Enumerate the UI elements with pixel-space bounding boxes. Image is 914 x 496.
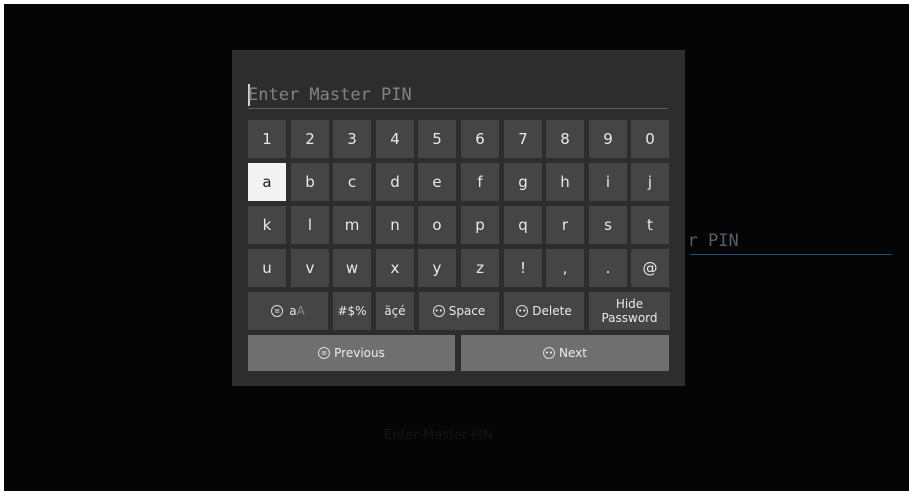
menu-button-icon: ≡ xyxy=(271,305,284,317)
space-key[interactable]: •• Space xyxy=(419,292,499,330)
key-2-1[interactable]: a xyxy=(248,163,286,201)
case-toggle-key[interactable]: ≡ aA xyxy=(248,292,328,330)
key-3-4[interactable]: n xyxy=(376,206,414,244)
key-2-9[interactable]: i xyxy=(589,163,627,201)
symbols-key[interactable]: #$% xyxy=(333,292,371,330)
previous-button-label: Previous xyxy=(334,346,385,360)
key-2-6[interactable]: f xyxy=(461,163,499,201)
key-3-6[interactable]: p xyxy=(461,206,499,244)
key-3-2[interactable]: l xyxy=(291,206,329,244)
key-4-9[interactable]: . xyxy=(589,249,627,287)
key-3-3[interactable]: m xyxy=(333,206,371,244)
key-3-9[interactable]: s xyxy=(589,206,627,244)
key-3-10[interactable]: t xyxy=(631,206,669,244)
background-pin-field: Enter Master PIN xyxy=(690,229,892,255)
next-button-label: Next xyxy=(559,346,587,360)
key-1-7[interactable]: 7 xyxy=(504,120,542,158)
key-4-5[interactable]: y xyxy=(418,249,456,287)
key-4-1[interactable]: u xyxy=(248,249,286,287)
key-1-1[interactable]: 1 xyxy=(248,120,286,158)
next-button[interactable]: •• Next xyxy=(461,335,669,371)
key-3-5[interactable]: o xyxy=(418,206,456,244)
case-upper-label: A xyxy=(296,304,305,318)
key-4-3[interactable]: w xyxy=(333,249,371,287)
key-1-9[interactable]: 9 xyxy=(589,120,627,158)
key-1-5[interactable]: 5 xyxy=(418,120,456,158)
key-2-10[interactable]: j xyxy=(631,163,669,201)
accents-key[interactable]: äçé xyxy=(376,292,414,330)
hide-password-line2: Password xyxy=(601,311,658,325)
key-4-7[interactable]: ! xyxy=(504,249,542,287)
key-1-6[interactable]: 6 xyxy=(461,120,499,158)
key-4-4[interactable]: x xyxy=(376,249,414,287)
space-key-label: Space xyxy=(448,304,486,318)
key-2-3[interactable]: c xyxy=(333,163,371,201)
pin-input[interactable]: Enter Master PIN xyxy=(248,82,668,109)
key-1-2[interactable]: 2 xyxy=(291,120,329,158)
key-1-3[interactable]: 3 xyxy=(333,120,371,158)
key-1-4[interactable]: 4 xyxy=(376,120,414,158)
key-1-10[interactable]: 0 xyxy=(631,120,669,158)
key-4-8[interactable]: , xyxy=(546,249,584,287)
background-pin-field-text: Enter Master PIN xyxy=(690,231,739,251)
key-2-7[interactable]: g xyxy=(504,163,542,201)
pin-input-placeholder: Enter Master PIN xyxy=(248,85,412,105)
accents-key-label: äçé xyxy=(384,304,406,318)
hide-password-line1: Hide xyxy=(615,297,644,311)
key-3-7[interactable]: q xyxy=(504,206,542,244)
case-lower-label: a xyxy=(289,304,297,318)
hide-password-key[interactable]: Hide Password xyxy=(589,292,670,330)
key-2-5[interactable]: e xyxy=(418,163,456,201)
play-pause-button-icon: •• xyxy=(432,305,445,317)
previous-button[interactable]: ≡ Previous xyxy=(248,335,455,371)
menu-button-icon: ≡ xyxy=(318,347,331,359)
rewind-button-icon: •• xyxy=(516,305,529,317)
key-4-6[interactable]: z xyxy=(461,249,499,287)
key-4-10[interactable]: @ xyxy=(631,249,669,287)
key-2-8[interactable]: h xyxy=(546,163,584,201)
play-pause-button-icon: •• xyxy=(543,347,556,359)
key-4-2[interactable]: v xyxy=(291,249,329,287)
key-1-8[interactable]: 8 xyxy=(546,120,584,158)
hide-password-label: Hide Password xyxy=(601,297,657,325)
key-3-8[interactable]: r xyxy=(546,206,584,244)
key-3-1[interactable]: k xyxy=(248,206,286,244)
key-2-2[interactable]: b xyxy=(291,163,329,201)
key-2-4[interactable]: d xyxy=(376,163,414,201)
background-faint-text: Enter Master PIN xyxy=(384,428,493,443)
delete-key[interactable]: •• Delete xyxy=(504,292,584,330)
symbols-key-label: #$% xyxy=(337,304,367,318)
delete-key-label: Delete xyxy=(532,304,572,318)
